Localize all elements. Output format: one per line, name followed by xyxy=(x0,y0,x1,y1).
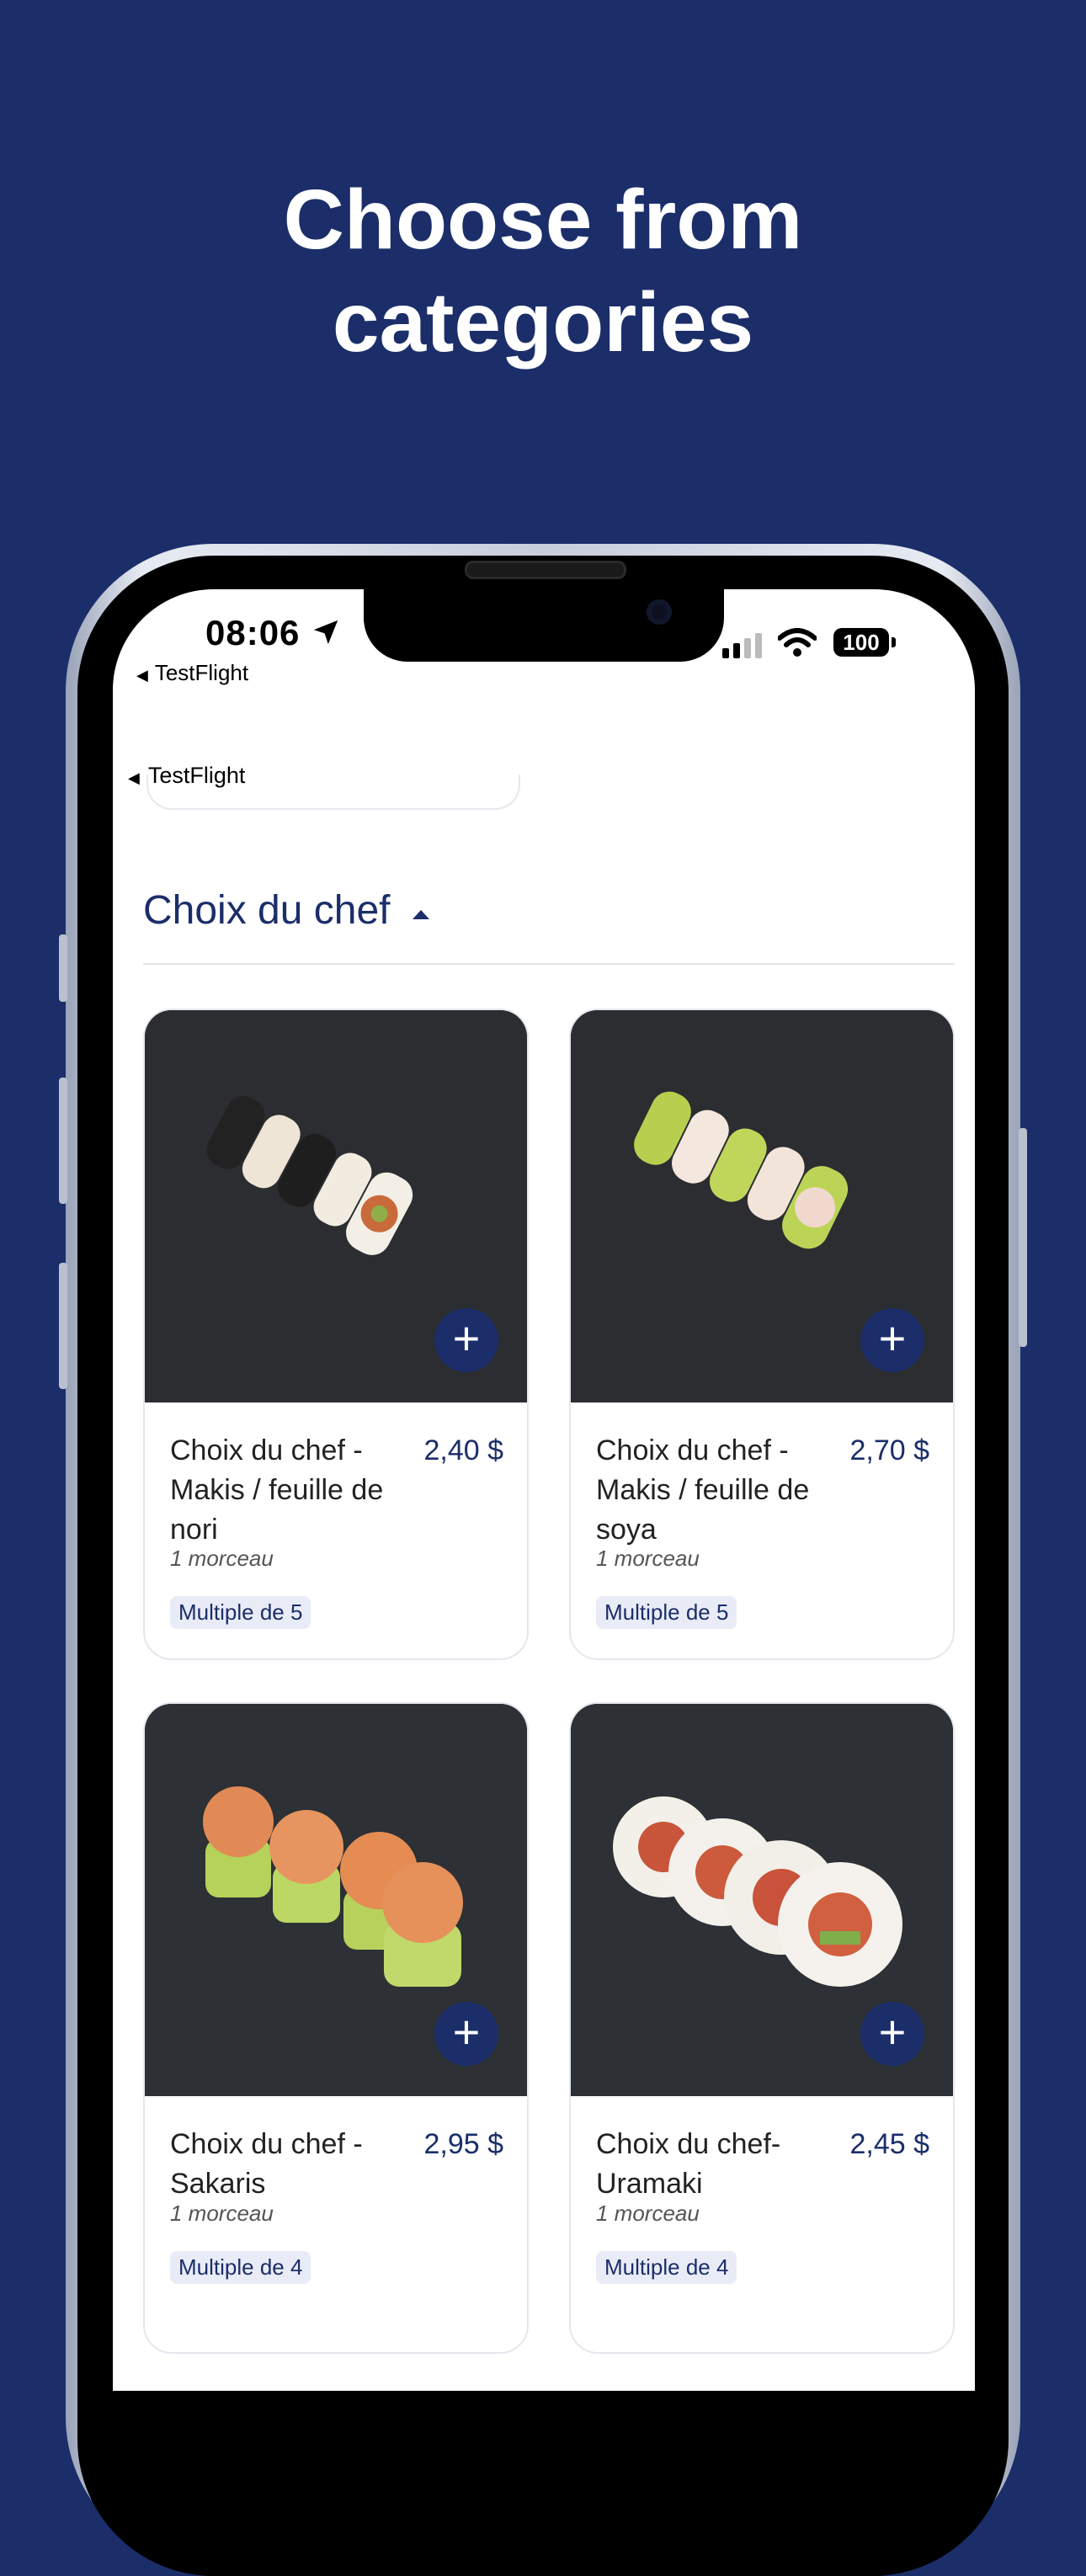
status-time: 08:06 xyxy=(205,613,301,652)
product-price: 2,45 $ xyxy=(849,2128,929,2160)
product-card[interactable]: + Choix du chef - Makis / feuille de nor… xyxy=(143,1009,529,1660)
phone-speaker xyxy=(465,561,626,579)
product-card[interactable]: + Choix du chef - Makis / feuille de soy… xyxy=(569,1009,955,1660)
multiple-badge: Multiple de 5 xyxy=(170,1596,311,1629)
product-name: Choix du chef - Sakaris xyxy=(170,2128,363,2200)
section-divider xyxy=(143,963,955,965)
product-name: Choix du chef - Makis / feuille de nori xyxy=(170,1434,384,1546)
product-price: 2,40 $ xyxy=(423,1434,503,1466)
promo-headline: Choose from categories xyxy=(0,168,1086,374)
caret-up-icon[interactable] xyxy=(411,907,431,921)
camera-icon xyxy=(647,599,672,625)
back-triangle-icon: ◀ xyxy=(136,667,148,684)
product-price: 2,70 $ xyxy=(849,1434,929,1466)
phone-side-button xyxy=(59,1263,67,1389)
add-to-cart-button[interactable]: + xyxy=(434,2002,498,2066)
headline-line-1: Choose from xyxy=(283,173,803,267)
phone-side-button xyxy=(59,1078,67,1204)
multiple-badge: Multiple de 4 xyxy=(170,2251,311,2284)
product-unit: 1 morceau xyxy=(596,1546,700,1571)
status-back-label: TestFlight xyxy=(154,660,249,685)
location-arrow-icon xyxy=(313,620,338,645)
wifi-icon xyxy=(778,628,817,657)
back-triangle-icon: ◀ xyxy=(128,769,140,786)
product-name: Choix du chef- Uramaki xyxy=(596,2128,781,2200)
product-card[interactable]: + Choix du chef- Uramaki 2,45 $ 1 morcea… xyxy=(569,1702,955,2354)
add-to-cart-button[interactable]: + xyxy=(434,1308,498,1372)
product-card[interactable]: + Choix du chef - Sakaris 2,95 $ 1 morce… xyxy=(143,1702,529,2354)
status-back-to-app[interactable]: ◀ TestFlight xyxy=(136,660,248,686)
add-to-cart-button[interactable]: + xyxy=(860,1308,924,1372)
multiple-badge: Multiple de 4 xyxy=(596,2251,737,2284)
phone-side-button xyxy=(1019,1128,1027,1347)
multiple-badge: Multiple de 5 xyxy=(596,1596,737,1629)
section-title[interactable]: Choix du chef xyxy=(143,887,391,934)
headline-line-2: categories xyxy=(332,275,754,370)
phone-side-button xyxy=(59,934,67,1002)
category-pill[interactable] xyxy=(146,774,520,810)
product-name: Choix du chef - Makis / feuille de soya xyxy=(596,1434,810,1546)
product-unit: 1 morceau xyxy=(170,2201,274,2226)
notch xyxy=(364,589,724,662)
product-price: 2,95 $ xyxy=(423,2128,503,2160)
product-unit: 1 morceau xyxy=(596,2201,700,2226)
phone-screen: 08:06 ◀ TestFlight 100 ◀ TestFlight Choix … xyxy=(113,589,975,2391)
cellular-signal-icon xyxy=(722,633,766,658)
battery-icon: 100 xyxy=(833,628,896,657)
add-to-cart-button[interactable]: + xyxy=(860,2002,924,2066)
product-unit: 1 morceau xyxy=(170,1546,274,1571)
